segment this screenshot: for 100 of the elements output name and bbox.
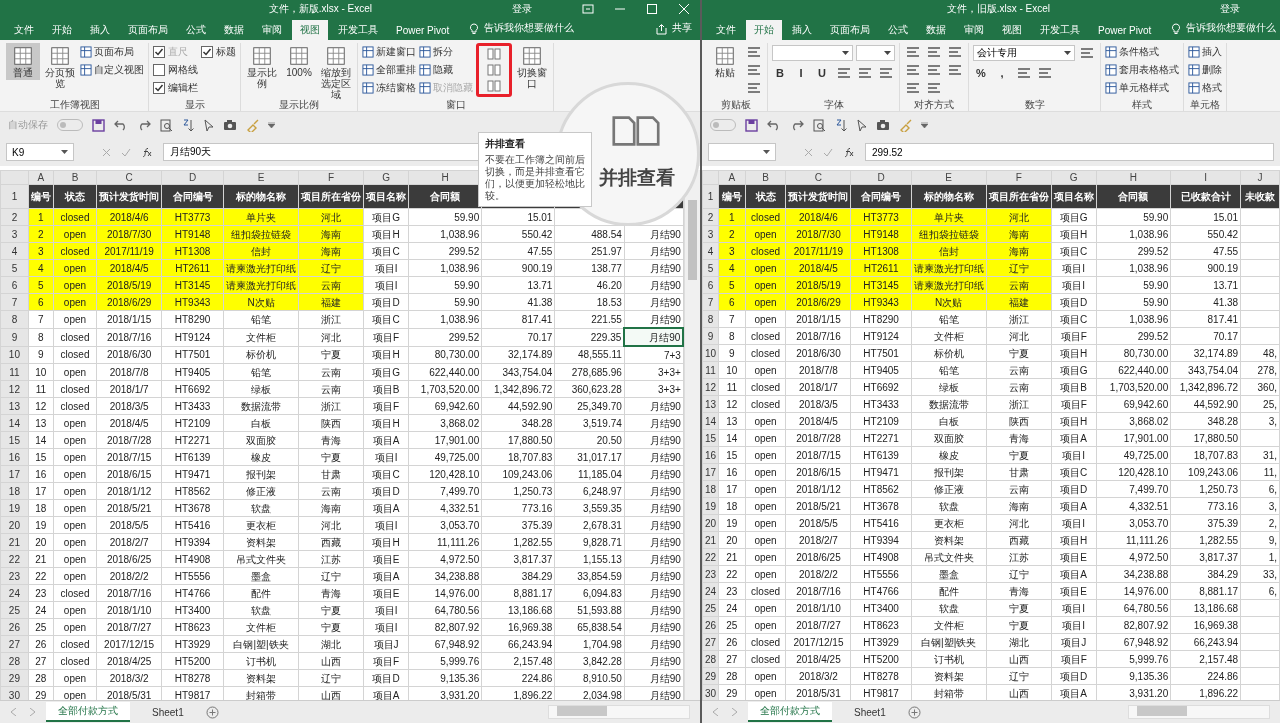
brush-icon[interactable] bbox=[899, 118, 912, 132]
column-letter[interactable]: B bbox=[745, 170, 786, 185]
ribbon-button[interactable]: 删除 bbox=[1188, 63, 1222, 77]
row-number[interactable]: 1 bbox=[0, 184, 29, 209]
toggle-switch[interactable] bbox=[57, 119, 83, 131]
cursor-icon[interactable] bbox=[204, 118, 214, 132]
ribbon-button[interactable]: 插入 bbox=[1188, 45, 1222, 59]
save-icon[interactable] bbox=[92, 118, 105, 132]
toolbar-button[interactable] bbox=[745, 80, 763, 96]
ribbon-button[interactable]: 单元格样式 bbox=[1105, 81, 1179, 95]
undo-icon[interactable] bbox=[767, 119, 781, 131]
toolbar-button[interactable] bbox=[925, 80, 943, 96]
maximize-icon[interactable] bbox=[646, 4, 658, 14]
ribbon-button[interactable]: 条件格式 bbox=[1105, 45, 1179, 59]
column-letter[interactable]: G bbox=[1051, 170, 1097, 185]
ribbon-tab[interactable]: 页面布局 bbox=[822, 20, 878, 40]
ribbon-tab[interactable]: 开发工具 bbox=[330, 20, 386, 40]
sheet-tab[interactable]: 全部付款方式 bbox=[748, 702, 832, 722]
column-letter[interactable]: D bbox=[850, 170, 912, 185]
cancel-icon[interactable] bbox=[102, 147, 111, 157]
ribbon-button[interactable]: 显示比例 bbox=[245, 43, 279, 91]
ribbon-tab[interactable]: 视图 bbox=[994, 20, 1030, 40]
ribbon-tab[interactable]: 开发工具 bbox=[1032, 20, 1088, 40]
toolbar-button[interactable] bbox=[1036, 65, 1054, 81]
ribbon-button[interactable]: 自定义视图 bbox=[80, 63, 144, 77]
checkbox-option[interactable]: 标题 bbox=[201, 45, 236, 59]
column-letter[interactable]: I bbox=[1170, 170, 1241, 185]
ribbon-button[interactable]: 100% bbox=[282, 43, 316, 80]
function-icon[interactable] bbox=[141, 146, 153, 158]
redo-icon[interactable] bbox=[790, 119, 804, 131]
toolbar-button[interactable] bbox=[946, 62, 964, 78]
ribbon-tab[interactable]: 插入 bbox=[82, 20, 118, 40]
undo-icon[interactable] bbox=[114, 119, 128, 131]
column-letter[interactable]: J bbox=[1240, 170, 1280, 185]
scrollbar[interactable] bbox=[1128, 705, 1270, 719]
row-number[interactable]: 1 bbox=[702, 184, 719, 209]
toolbar-button[interactable] bbox=[485, 62, 503, 78]
ribbon-tab[interactable]: 审阅 bbox=[956, 20, 992, 40]
ribbon-tab[interactable]: Power Pivot bbox=[1090, 20, 1160, 40]
toolbar-button[interactable] bbox=[904, 44, 922, 60]
ribbon-tab[interactable]: 文件 bbox=[708, 20, 744, 40]
toolbar-button[interactable] bbox=[745, 62, 763, 78]
scrollbar[interactable] bbox=[548, 705, 690, 719]
ribbon-tab[interactable]: 开始 bbox=[746, 20, 782, 40]
enter-icon[interactable] bbox=[823, 147, 833, 157]
camera-icon[interactable] bbox=[876, 119, 890, 131]
ribbon-button[interactable]: 分页预览 bbox=[43, 43, 77, 91]
column-letter[interactable]: A bbox=[28, 170, 54, 185]
column-letter[interactable]: C bbox=[785, 170, 851, 185]
ribbon-button[interactable]: 套用表格格式 bbox=[1105, 63, 1179, 77]
sheet-tab[interactable]: 全部付款方式 bbox=[46, 702, 130, 722]
share-icon[interactable] bbox=[656, 24, 667, 35]
name-box[interactable]: K9 bbox=[6, 143, 74, 161]
sign-in-link[interactable]: 登录 bbox=[1220, 2, 1240, 16]
toolbar-button[interactable] bbox=[856, 65, 874, 81]
ribbon-tab[interactable]: Power Pivot bbox=[388, 20, 458, 40]
column-letter[interactable]: F bbox=[298, 170, 364, 185]
ribbon-tab[interactable]: 公式 bbox=[880, 20, 916, 40]
format-button[interactable]: % bbox=[973, 65, 989, 81]
customize-icon[interactable] bbox=[921, 122, 928, 128]
ribbon-button[interactable]: 普通 bbox=[6, 43, 40, 80]
print-preview-icon[interactable] bbox=[160, 118, 173, 132]
ribbon-button[interactable]: 新建窗口 bbox=[362, 45, 416, 59]
ribbon-button[interactable]: 拆分 bbox=[419, 45, 473, 59]
format-button[interactable]: , bbox=[994, 65, 1010, 81]
dropdown-field[interactable] bbox=[856, 45, 895, 61]
add-sheet-icon[interactable] bbox=[205, 705, 219, 719]
ribbon-button[interactable]: 粘贴 bbox=[708, 43, 742, 80]
column-letter[interactable]: E bbox=[223, 170, 299, 185]
share-link[interactable]: 共享 bbox=[672, 21, 692, 35]
toolbar-button[interactable] bbox=[877, 65, 895, 81]
enter-icon[interactable] bbox=[121, 147, 131, 157]
cancel-icon[interactable] bbox=[804, 147, 813, 157]
ribbon-display-icon[interactable] bbox=[582, 4, 594, 14]
toolbar-button[interactable] bbox=[904, 80, 922, 96]
toolbar-button[interactable] bbox=[485, 46, 503, 62]
cursor-icon[interactable] bbox=[857, 118, 867, 132]
ribbon-button[interactable]: 页面布局 bbox=[80, 45, 144, 59]
toolbar-button[interactable] bbox=[925, 62, 943, 78]
column-letter[interactable]: G bbox=[363, 170, 409, 185]
formula-field[interactable]: 299.52 bbox=[865, 143, 1274, 161]
ribbon-tab[interactable]: 开始 bbox=[44, 20, 80, 40]
toolbar-button[interactable] bbox=[745, 44, 763, 60]
ribbon-button[interactable]: 全部重排 bbox=[362, 63, 416, 77]
toolbar-button[interactable] bbox=[1015, 65, 1033, 81]
toggle-switch[interactable] bbox=[710, 119, 736, 131]
ribbon-tab[interactable]: 页面布局 bbox=[120, 20, 176, 40]
save-icon[interactable] bbox=[745, 118, 758, 132]
format-button[interactable]: U bbox=[814, 65, 830, 81]
format-button[interactable]: I bbox=[793, 65, 809, 81]
ribbon-tab[interactable]: 审阅 bbox=[254, 20, 290, 40]
add-sheet-icon[interactable] bbox=[907, 705, 921, 719]
toolbar-button[interactable] bbox=[485, 78, 503, 94]
ribbon-button[interactable]: 隐藏 bbox=[419, 63, 473, 77]
format-button[interactable]: B bbox=[772, 65, 788, 81]
redo-icon[interactable] bbox=[137, 119, 151, 131]
dropdown-field[interactable] bbox=[772, 45, 853, 61]
tell-me-search[interactable]: 告诉我你想要做什么 bbox=[1186, 21, 1277, 35]
ribbon-tab[interactable]: 公式 bbox=[178, 20, 214, 40]
column-letter[interactable]: E bbox=[911, 170, 987, 185]
